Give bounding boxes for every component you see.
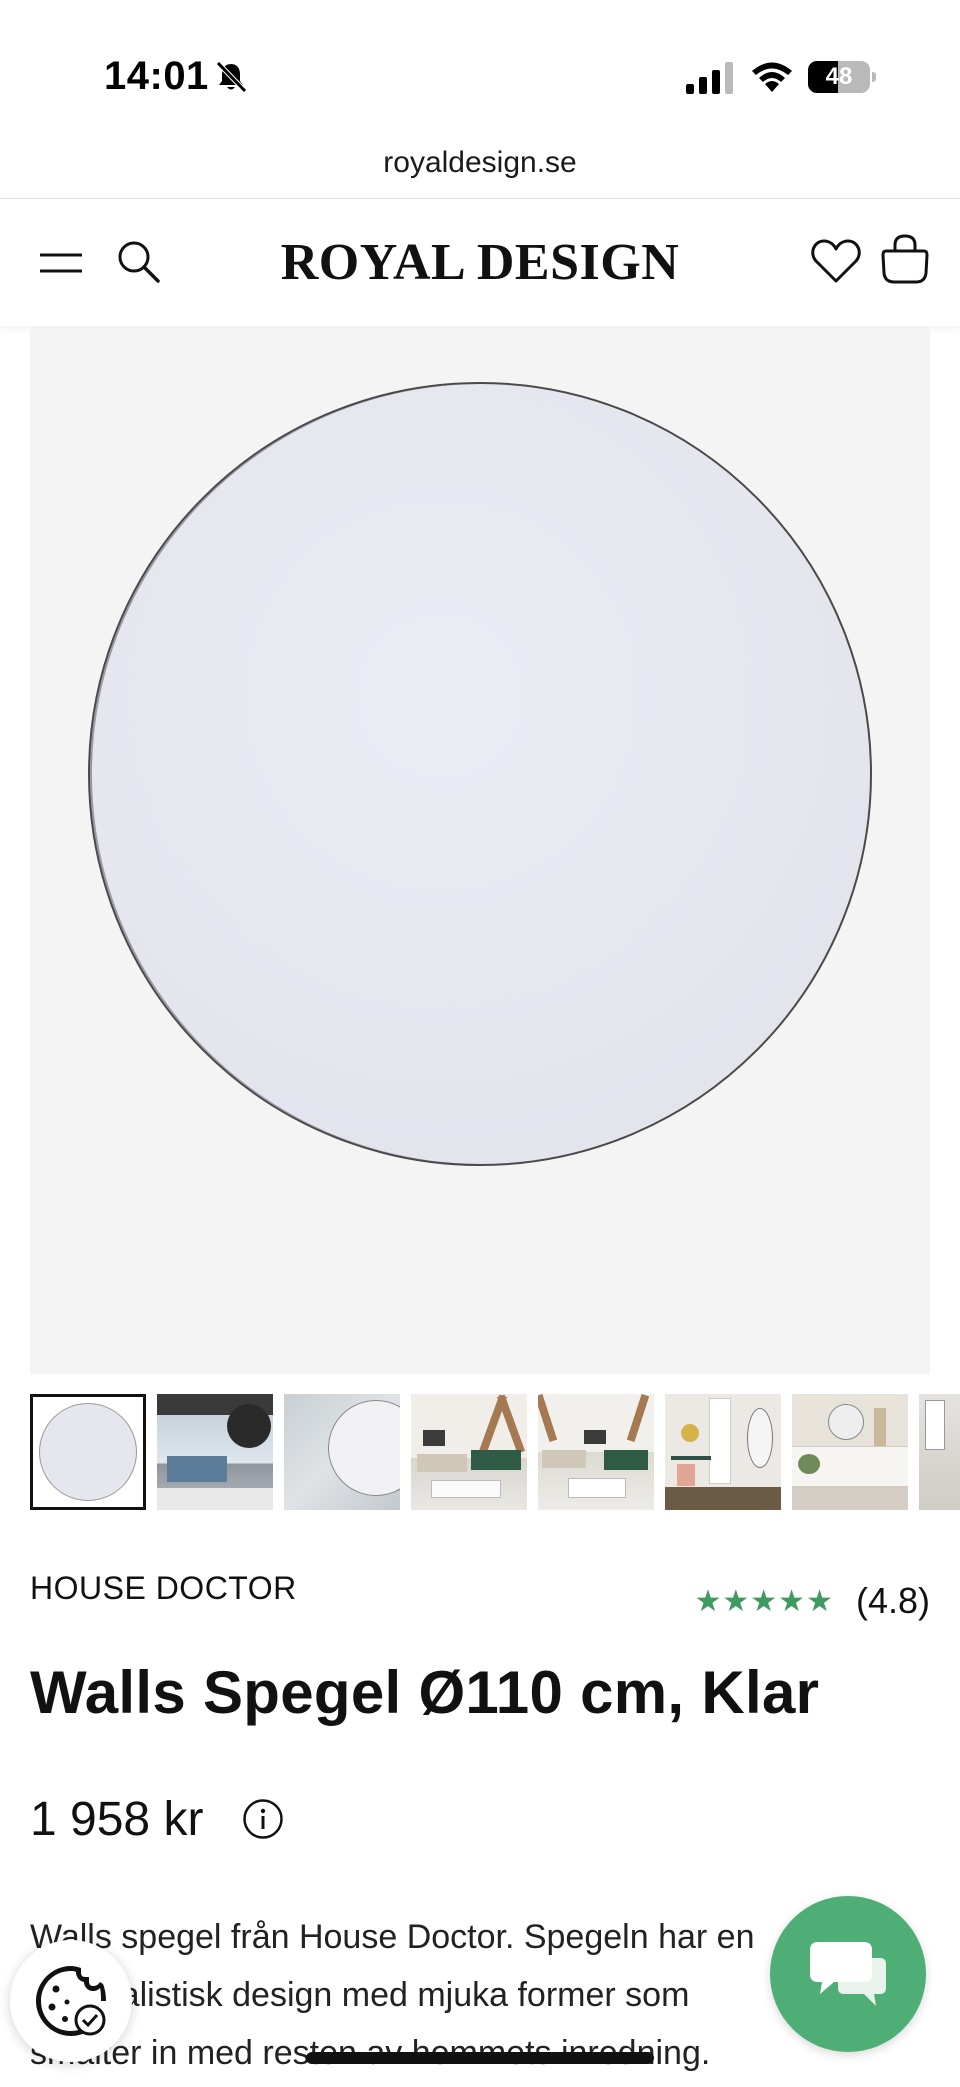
menu-icon[interactable] [38,247,84,277]
product-main-image[interactable] [30,326,930,1374]
wifi-icon [752,62,792,92]
product-rating[interactable]: ★★★★★ (4.8) [694,1580,930,1622]
cookie-settings-button[interactable] [10,1940,132,2062]
cookie-icon [36,1966,106,2036]
thumbnail-strip[interactable] [30,1394,960,1510]
chat-icon [810,1942,886,2006]
thumbnail-mirror-front[interactable] [30,1394,146,1510]
product-price: 1 958 kr [30,1793,204,1846]
thumbnail-hallway-desk[interactable] [665,1394,781,1510]
thumbnail-living-room-green-sofa[interactable] [411,1394,527,1510]
battery-level: 48 [825,63,853,90]
heart-icon[interactable] [810,237,862,285]
site-header: ROYAL DESIGN [0,198,960,326]
thumbnail-partial[interactable] [919,1394,960,1510]
search-icon[interactable] [114,237,162,285]
url-bar[interactable]: royaldesign.se [0,146,960,180]
bag-icon[interactable] [880,233,930,285]
chat-button[interactable] [770,1896,926,2052]
thumbnail-mirror-on-concrete-wall[interactable] [284,1394,400,1510]
product-title: Walls Spegel Ø110 cm, Klar [30,1659,820,1726]
thumbnail-living-room-window[interactable] [157,1394,273,1510]
rating-stars: ★★★★★ [694,1584,834,1618]
battery-indicator: 48 [808,61,876,93]
rating-value: (4.8) [855,1580,930,1621]
mirror-image [88,382,872,1166]
thumbnail-living-room-white-sofa[interactable] [792,1394,908,1510]
status-time: 14:01 [104,54,209,98]
cellular-signal-icon [686,62,733,94]
info-icon[interactable] [242,1798,284,1840]
site-logo[interactable]: ROYAL DESIGN [200,233,760,292]
status-bar: 14:01 48 royaldesign.se [0,0,960,179]
thumbnail-living-room-green-sofa-2[interactable] [538,1394,654,1510]
home-indicator [306,2052,654,2064]
bell-slash-icon [216,61,247,93]
product-brand[interactable]: HOUSE DOCTOR [30,1570,297,1607]
